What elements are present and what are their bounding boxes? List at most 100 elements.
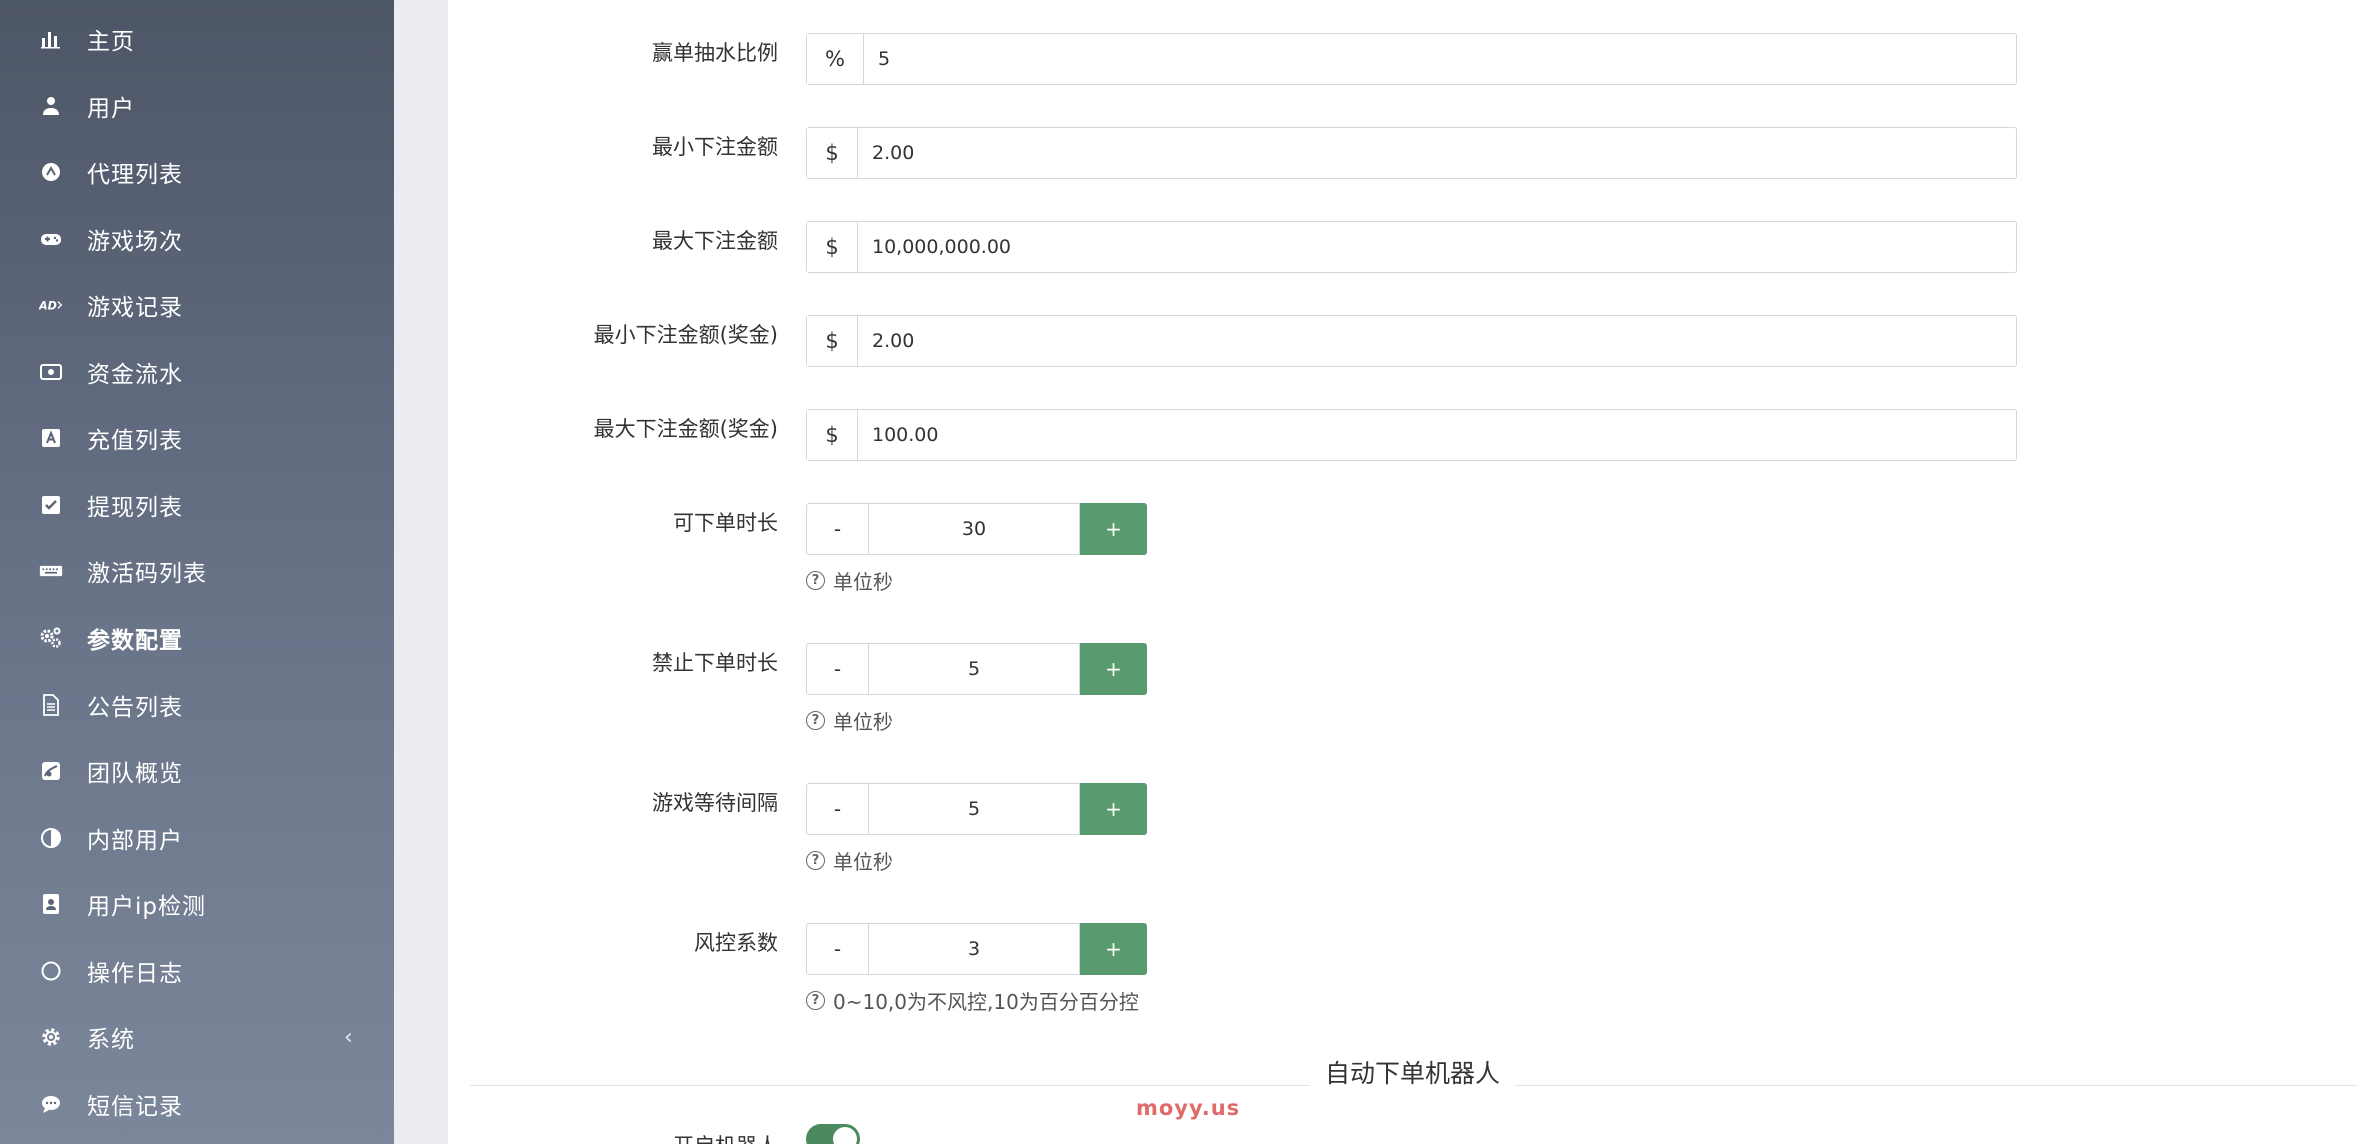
section-title: 自动下单机器人 [1310, 1054, 1516, 1090]
field-label: 游戏等待间隔 [652, 791, 778, 815]
recharge-icon [37, 424, 65, 452]
sidebar-item-label: 游戏场次 [87, 229, 183, 255]
commission-rate-input[interactable]: 5 [864, 34, 2016, 84]
sidebar-item-internal-users[interactable]: 内部用户 [0, 805, 394, 871]
sidebar-item-withdraw[interactable]: 提现列表 [0, 472, 394, 538]
gear-icon [37, 1023, 65, 1051]
ad-icon: AD [37, 291, 65, 319]
game-interval-input[interactable]: 5 [868, 783, 1080, 835]
question-circle-icon: ? [806, 711, 825, 730]
circle-icon [37, 957, 65, 985]
sidebar-item-home[interactable]: 主页 [0, 6, 394, 72]
field-label: 可下单时长 [673, 511, 778, 535]
lockout-duration-stepper: - 5 + [806, 643, 1147, 695]
sidebar-item-recharge[interactable]: 充值列表 [0, 405, 394, 471]
help-text: ? 单位秒 [806, 566, 893, 595]
question-circle-icon: ? [806, 571, 825, 590]
sidebar-item-game-records[interactable]: AD 游戏记录 [0, 272, 394, 338]
max-bet-input[interactable]: 10,000,000.00 [858, 222, 2016, 272]
sidebar-item-agents[interactable]: 代理列表 [0, 139, 394, 205]
max-bet-field[interactable]: $ 10,000,000.00 [806, 221, 2017, 273]
help-label: 单位秒 [833, 710, 893, 734]
sidebar-item-label: 资金流水 [87, 362, 183, 388]
sidebar-item-sms-records[interactable]: 短信记录 [0, 1071, 394, 1137]
field-label: 开启机器人 [673, 1130, 778, 1144]
sidebar-item-system[interactable]: 系统 ‹ [0, 1004, 394, 1070]
sidebar-item-user-ip-check[interactable]: 用户ip检测 [0, 871, 394, 937]
gamepad-icon [37, 225, 65, 253]
sidebar-item-label: 主页 [87, 29, 135, 55]
order-duration-stepper: - 30 + [806, 503, 1147, 555]
agent-icon [37, 158, 65, 186]
increment-button[interactable]: + [1080, 503, 1147, 555]
help-text: ? 0~10,0为不风控,10为百分百分控 [806, 986, 1139, 1015]
risk-control-input[interactable]: 3 [868, 923, 1080, 975]
help-label: 单位秒 [833, 850, 893, 874]
file-text-icon [37, 691, 65, 719]
game-interval-stepper: - 5 + [806, 783, 1147, 835]
risk-control-stepper: - 3 + [806, 923, 1147, 975]
min-bet-field[interactable]: $ 2.00 [806, 127, 2017, 179]
sidebar-item-operation-log[interactable]: 操作日志 [0, 938, 394, 1004]
money-icon [37, 358, 65, 386]
field-label: 禁止下单时长 [652, 651, 778, 675]
sidebar-item-label: 代理列表 [87, 162, 183, 188]
dollar-addon: $ [807, 410, 858, 460]
sidebar-item-label: 用户ip检测 [87, 894, 206, 920]
sidebar-item-label: 短信记录 [87, 1094, 183, 1120]
help-label: 单位秒 [833, 570, 893, 594]
sidebar-item-label: 充值列表 [87, 428, 183, 454]
dollar-addon: $ [807, 128, 858, 178]
sidebar-item-label: 激活码列表 [87, 561, 207, 587]
sidebar-item-fund-flow[interactable]: 资金流水 [0, 339, 394, 405]
sidebar-item-label: 公告列表 [87, 695, 183, 721]
help-text: ? 单位秒 [806, 706, 893, 735]
comment-icon [37, 1090, 65, 1118]
decrement-button[interactable]: - [806, 503, 868, 555]
min-bonus-bet-field[interactable]: $ 2.00 [806, 315, 2017, 367]
increment-button[interactable]: + [1080, 783, 1147, 835]
check-square-icon [37, 491, 65, 519]
help-label: 0~10,0为不风控,10为百分百分控 [833, 990, 1139, 1014]
sidebar-item-team-overview[interactable]: 团队概览 [0, 738, 394, 804]
increment-button[interactable]: + [1080, 923, 1147, 975]
dollar-addon: $ [807, 316, 858, 366]
sidebar-item-announcements[interactable]: 公告列表 [0, 672, 394, 738]
sidebar-item-activation-codes[interactable]: 激活码列表 [0, 538, 394, 604]
sidebar-item-label: 游戏记录 [87, 295, 183, 321]
bar-chart-icon [37, 25, 65, 53]
max-bonus-bet-input[interactable]: 100.00 [858, 410, 2016, 460]
field-label: 最小下注金额 [652, 135, 778, 159]
keyboard-icon [37, 557, 65, 585]
svg-text:AD: AD [39, 299, 57, 312]
commission-rate-field[interactable]: % 5 [806, 33, 2017, 85]
min-bonus-bet-input[interactable]: 2.00 [858, 316, 2016, 366]
order-duration-input[interactable]: 30 [868, 503, 1080, 555]
id-badge-icon [37, 890, 65, 918]
cogs-icon [37, 624, 65, 652]
toggle-knob [833, 1127, 857, 1144]
sidebar-item-label: 用户 [87, 96, 135, 122]
percent-addon: % [807, 34, 864, 84]
max-bonus-bet-field[interactable]: $ 100.00 [806, 409, 2017, 461]
increment-button[interactable]: + [1080, 643, 1147, 695]
sidebar-item-game-sessions[interactable]: 游戏场次 [0, 206, 394, 272]
field-label: 最大下注金额 [652, 229, 778, 253]
question-circle-icon: ? [806, 991, 825, 1010]
robot-toggle[interactable] [806, 1124, 860, 1144]
help-text: ? 单位秒 [806, 846, 893, 875]
sidebar-item-label: 系统 [87, 1027, 135, 1053]
chevron-left-icon: ‹ [344, 1024, 353, 1050]
decrement-button[interactable]: - [806, 923, 868, 975]
lockout-duration-input[interactable]: 5 [868, 643, 1080, 695]
min-bet-input[interactable]: 2.00 [858, 128, 2016, 178]
sidebar-item-users[interactable]: 用户 [0, 73, 394, 139]
decrement-button[interactable]: - [806, 783, 868, 835]
sidebar-item-label: 参数配置 [87, 628, 183, 654]
sidebar-item-param-config[interactable]: 参数配置 [0, 605, 394, 671]
decrement-button[interactable]: - [806, 643, 868, 695]
question-circle-icon: ? [806, 851, 825, 870]
sidebar-item-label: 团队概览 [87, 761, 183, 787]
team-icon [37, 757, 65, 785]
adjust-icon [37, 824, 65, 852]
